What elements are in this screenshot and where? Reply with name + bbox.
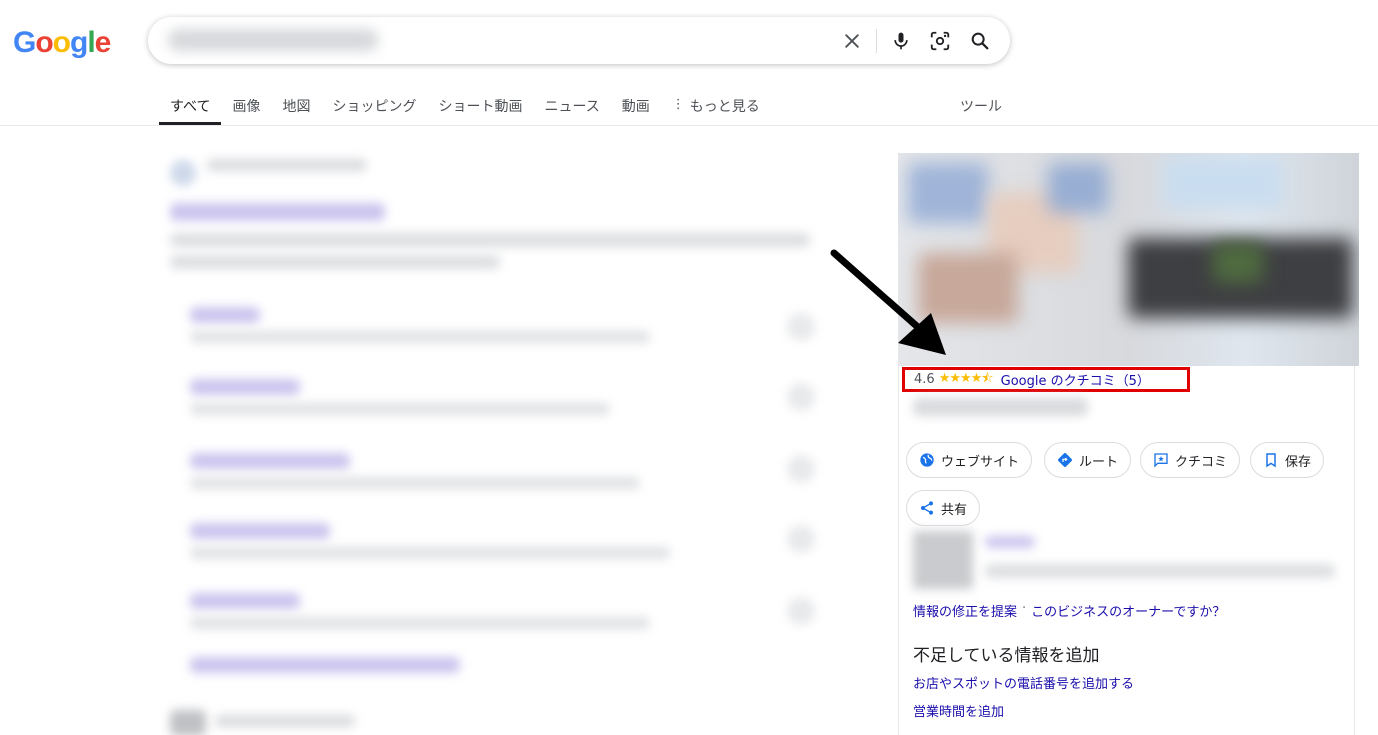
knowledge-panel-photo-blurred[interactable]: [898, 153, 1359, 366]
search-divider: [876, 29, 877, 53]
sitelink-blurred[interactable]: [190, 307, 260, 323]
share-button-label: 共有: [941, 502, 968, 518]
result-title-blurred[interactable]: [170, 203, 385, 221]
photo-blob: [1163, 158, 1283, 208]
route-button-label: ルート: [1079, 454, 1119, 470]
directions-icon: [1058, 453, 1072, 467]
google-logo[interactable]: Google: [13, 26, 112, 60]
photo-blob: [908, 163, 988, 223]
share-button[interactable]: 共有: [906, 490, 981, 526]
microphone-icon[interactable]: [888, 28, 914, 54]
owner-claim-link[interactable]: このビジネスのオーナーですか？: [1031, 601, 1225, 620]
panel-border-left: [898, 366, 899, 735]
add-hours-link[interactable]: 営業時間を追加: [913, 701, 1004, 720]
info-image-blurred: [913, 531, 973, 589]
google-reviews-link[interactable]: Google のクチコミ（5）: [1001, 370, 1150, 389]
search-tabs: すべて 画像 地図 ショッピング ショート動画 ニュース 動画 ⋮ もっと見る: [159, 84, 771, 126]
sitelink-blurred[interactable]: [190, 453, 350, 469]
tab-more-label: もっと見る: [689, 99, 760, 115]
tab-short-videos[interactable]: ショート動画: [427, 84, 533, 125]
logo-letter: e: [94, 26, 112, 59]
photo-blob: [1213, 243, 1263, 283]
add-phone-link[interactable]: お店やスポットの電話番号を追加する: [913, 673, 1134, 692]
info-text-blurred: [985, 564, 1335, 578]
business-category-blurred: [913, 398, 1088, 416]
website-button-label: ウェブサイト: [941, 454, 1020, 470]
tab-videos[interactable]: 動画: [611, 84, 661, 125]
sitelink-blurred[interactable]: [190, 379, 300, 395]
result-site-blurred: [207, 159, 367, 171]
reviews-button[interactable]: クチコミ: [1140, 442, 1241, 478]
chevron-icon-blurred[interactable]: [787, 597, 815, 625]
panel-footer-links: 情報の修正を提案 · このビジネスのオーナーですか？: [913, 601, 1225, 620]
bookmark-icon: [1266, 453, 1276, 468]
next-result-site-blurred: [215, 715, 355, 727]
sitelink-blurred[interactable]: [190, 593, 300, 609]
website-button[interactable]: ウェブサイト: [906, 442, 1033, 478]
suggest-edit-link[interactable]: 情報の修正を提案: [913, 601, 1017, 620]
tab-more[interactable]: ⋮ もっと見る: [661, 84, 771, 125]
search-bar[interactable]: [148, 17, 1010, 64]
sitelink-desc-blurred: [190, 477, 640, 489]
tools-button[interactable]: ツール: [960, 96, 1002, 116]
rate-review-icon: [1154, 453, 1168, 468]
missing-info-heading: 不足している情報を追加: [913, 646, 1100, 666]
save-button[interactable]: 保存: [1250, 442, 1325, 478]
photo-blob: [1048, 163, 1108, 213]
next-result-blurred: [170, 710, 206, 735]
save-button-label: 保存: [1285, 454, 1312, 470]
close-icon[interactable]: [839, 28, 865, 54]
rating-row-highlighted: 4.6 ★★★★⯪ Google のクチコミ（5）: [902, 367, 1190, 392]
annotation-arrow-icon: [830, 249, 946, 355]
lens-icon[interactable]: [927, 28, 953, 54]
result-snippet-blurred: [170, 233, 810, 247]
chevron-icon-blurred[interactable]: [787, 383, 815, 411]
chevron-icon-blurred[interactable]: [787, 455, 815, 483]
search-input-blurred[interactable]: [168, 29, 378, 51]
tab-news[interactable]: ニュース: [533, 84, 610, 125]
search-icon[interactable]: [967, 28, 993, 54]
chevron-icon-blurred[interactable]: [787, 525, 815, 553]
rating-stars-icon: ★★★★⯪: [938, 370, 994, 386]
logo-letter: G: [13, 26, 36, 59]
header-divider: [0, 125, 1378, 126]
more-results-link-blurred[interactable]: [190, 657, 460, 673]
blurred-search-results: [155, 145, 835, 735]
info-link-blurred[interactable]: [985, 536, 1035, 548]
route-button[interactable]: ルート: [1044, 442, 1132, 478]
more-vert-icon: ⋮: [671, 97, 685, 112]
panel-border-right: [1354, 366, 1355, 735]
logo-letter: o: [35, 26, 53, 59]
sitelink-desc-blurred: [190, 547, 670, 559]
result-favicon-blurred: [170, 160, 196, 186]
tab-shopping[interactable]: ショッピング: [321, 84, 427, 125]
link-separator: ·: [1022, 601, 1027, 616]
reviews-button-label: クチコミ: [1175, 454, 1228, 470]
sitelink-blurred[interactable]: [190, 523, 330, 539]
share-icon: [921, 501, 933, 515]
chevron-icon-blurred[interactable]: [787, 313, 815, 341]
tab-all[interactable]: すべて: [159, 84, 222, 125]
sitelink-desc-blurred: [190, 403, 610, 415]
tab-images[interactable]: 画像: [221, 84, 271, 125]
logo-letter: o: [52, 26, 71, 59]
result-snippet-blurred: [170, 255, 500, 269]
logo-letter: g: [70, 26, 88, 59]
sitelink-desc-blurred: [190, 617, 650, 629]
logo-letter: l: [87, 26, 95, 59]
rating-value: 4.6: [914, 372, 935, 387]
tab-maps[interactable]: 地図: [271, 84, 321, 125]
globe-icon: [920, 453, 934, 467]
sitelink-desc-blurred: [190, 331, 650, 343]
